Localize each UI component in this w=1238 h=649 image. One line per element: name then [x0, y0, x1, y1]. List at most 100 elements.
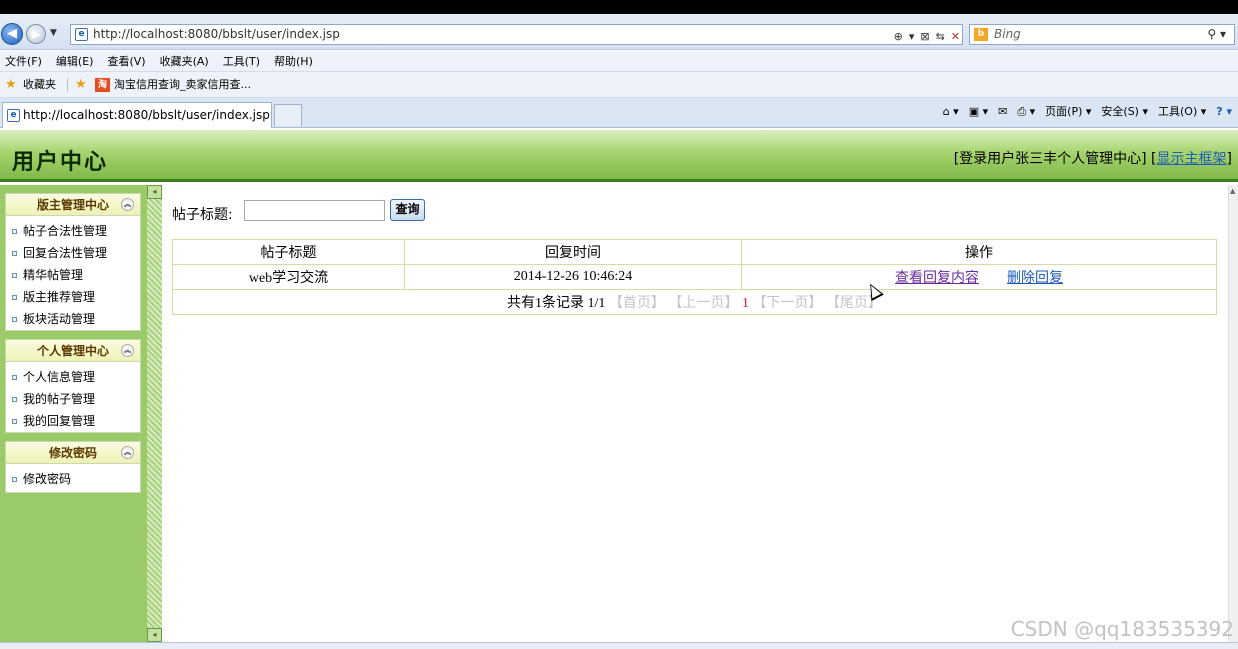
add-favorite-icon[interactable]: ★ [75, 72, 87, 98]
reply-table: 帖子标题 回复时间 操作 web学习交流 2014-12-26 10:46:24… [172, 239, 1217, 315]
url-input[interactable]: e http://localhost:8080/bbslt/user/index… [70, 24, 963, 45]
page-header: 用户中心 [登录用户张三丰个人管理中心] [显示主框架] [0, 130, 1238, 182]
search-icon[interactable]: ⚲ ▾ [1207, 25, 1226, 44]
panel-password-title: 修改密码 [48, 446, 97, 460]
sidebar-item-featured-posts[interactable]: 精华帖管理 [12, 264, 140, 286]
panel-password-header[interactable]: 修改密码 ︽ [6, 442, 140, 464]
pager-first: 【首页】 [608, 296, 665, 311]
table-row: web学习交流 2014-12-26 10:46:24 查看回复内容 删除回复 [172, 264, 1217, 290]
panel-personal-header[interactable]: 个人管理中心 ︽ [6, 340, 140, 362]
search-button[interactable]: 查询 [390, 199, 425, 221]
tools-menu[interactable]: 工具(O) ▾ [1158, 104, 1206, 120]
bullet-icon [12, 229, 17, 234]
status-bar [0, 642, 1238, 649]
print-icon[interactable]: ⎙ ▾ [1017, 104, 1035, 120]
stop-icon[interactable]: ✕ [951, 27, 960, 46]
bullet-icon [12, 251, 17, 256]
pager: 共有1条记录 1/1 【首页】 【上一页】 1 【下一页】 【尾页】 [172, 289, 1217, 315]
menu-edit[interactable]: 编辑(E) [56, 51, 94, 71]
history-dropdown-icon[interactable]: ▼ [50, 28, 57, 38]
view-reply-link[interactable]: 查看回复内容 [895, 271, 979, 286]
tab-page-icon: e [7, 109, 20, 122]
menu-favorites[interactable]: 收藏夹(A) [160, 51, 209, 71]
refresh-icon[interactable]: ⇆ [936, 27, 945, 46]
window-title-bar [0, 0, 1238, 14]
column-header-title: 帖子标题 [172, 239, 405, 265]
compat-icon[interactable]: ⊕ [894, 27, 903, 46]
menu-view[interactable]: 查看(V) [107, 51, 145, 71]
sidebar: 版主管理中心 ︽ 帖子合法性管理 回复合法性管理 精华帖管理 版主推荐管理 板块… [0, 185, 147, 649]
pager-current: 1 [741, 296, 749, 311]
page-menu[interactable]: 页面(P) ▾ [1045, 104, 1091, 120]
bullet-icon [12, 375, 17, 380]
mail-icon[interactable]: ✉ [998, 104, 1007, 120]
table-header-row: 帖子标题 回复时间 操作 [172, 239, 1217, 265]
favorites-bar: ★ 收藏夹 ★ 淘 淘宝信用查询_卖家信用查... [0, 72, 1238, 98]
bullet-icon [12, 317, 17, 322]
help-icon[interactable]: ? ▾ [1216, 104, 1232, 120]
bullet-icon [12, 273, 17, 278]
bullet-icon [12, 397, 17, 402]
taobao-icon: 淘 [95, 78, 110, 92]
panel-moderator: 版主管理中心 ︽ 帖子合法性管理 回复合法性管理 精华帖管理 版主推荐管理 板块… [5, 193, 141, 331]
page-icon: e [75, 28, 88, 41]
search-engine-box[interactable]: b Bing ⚲ ▾ [969, 24, 1235, 45]
tab-current[interactable]: e http://localhost:8080/bbslt/user/index… [2, 102, 272, 128]
new-tab-button[interactable] [274, 104, 302, 126]
sidebar-item-my-replies[interactable]: 我的回复管理 [12, 410, 140, 432]
panel-password: 修改密码 ︽ 修改密码 [5, 441, 141, 493]
collapse-icon[interactable]: ︽ [121, 198, 134, 211]
favorites-button[interactable]: 收藏夹 [23, 72, 56, 98]
feeds-icon[interactable]: ▣ ▾ [969, 104, 988, 120]
pager-next: 【下一页】 [752, 296, 823, 311]
splitter-top-arrow-icon[interactable]: ◂ [147, 185, 162, 199]
safety-menu[interactable]: 安全(S) ▾ [1101, 104, 1148, 120]
forward-button[interactable]: ▶ [26, 24, 46, 44]
search-label: 帖子标题: [172, 207, 233, 223]
sidebar-item-moderator-recommend[interactable]: 版主推荐管理 [12, 286, 140, 308]
command-bar: ⌂ ▾ ▣ ▾ ✉ ⎙ ▾ 页面(P) ▾ 安全(S) ▾ 工具(O) ▾ ? … [943, 104, 1232, 120]
pager-prev: 【上一页】 [668, 296, 739, 311]
sidebar-item-post-legality[interactable]: 帖子合法性管理 [12, 220, 140, 242]
splitter-bottom-arrow-icon[interactable]: ◂ [147, 628, 162, 642]
home-icon[interactable]: ⌂ ▾ [943, 104, 959, 120]
page-title: 用户中心 [12, 150, 109, 175]
favorite-link[interactable]: 淘宝信用查询_卖家信用查... [114, 72, 251, 98]
cell-post-title: web学习交流 [172, 264, 405, 290]
sidebar-item-profile[interactable]: 个人信息管理 [12, 366, 140, 388]
search-input[interactable] [244, 200, 385, 221]
collapse-icon[interactable]: ︽ [121, 446, 134, 459]
scroll-up-icon[interactable]: ▲ [1230, 187, 1235, 195]
pager-row: 共有1条记录 1/1 【首页】 【上一页】 1 【下一页】 【尾页】 [172, 289, 1217, 315]
collapse-icon[interactable]: ︽ [121, 344, 134, 357]
panel-personal: 个人管理中心 ︽ 个人信息管理 我的帖子管理 我的回复管理 [5, 339, 141, 433]
tab-title: http://localhost:8080/bbslt/user/index.j… [23, 108, 270, 122]
bullet-icon [12, 295, 17, 300]
panel-personal-title: 个人管理中心 [36, 344, 109, 358]
menu-tools[interactable]: 工具(T) [223, 51, 260, 71]
column-header-time: 回复时间 [404, 239, 742, 265]
back-button[interactable]: ◀ [1, 23, 23, 45]
sidebar-item-change-password[interactable]: 修改密码 [12, 468, 140, 490]
user-info-prefix: [登录用户张三丰个人管理中心] [ [953, 151, 1157, 167]
favorites-star-icon[interactable]: ★ [5, 72, 17, 98]
address-bar-row: ◀ ▶ ▼ e http://localhost:8080/bbslt/user… [0, 14, 1238, 50]
rss-icon[interactable]: ⊠ [920, 27, 929, 46]
vertical-scrollbar[interactable]: ▲ [1228, 185, 1238, 642]
show-main-frame-link[interactable]: 显示主框架 [1157, 151, 1227, 167]
bullet-icon [12, 477, 17, 482]
panel-moderator-header[interactable]: 版主管理中心 ︽ [6, 194, 140, 216]
sidebar-item-my-posts[interactable]: 我的帖子管理 [12, 388, 140, 410]
user-info-suffix: ] [1226, 151, 1232, 167]
menu-file[interactable]: 文件(F) [5, 51, 42, 71]
sidebar-item-board-activity[interactable]: 板块活动管理 [12, 308, 140, 330]
dropdown-icon[interactable]: ▾ [909, 27, 915, 46]
main-content: 帖子标题: 查询 帖子标题 回复时间 操作 web学习交流 2014-12-26… [162, 185, 1228, 642]
menu-help[interactable]: 帮助(H) [274, 51, 313, 71]
frame-splitter[interactable]: ◂ ◂ [147, 185, 162, 642]
watermark: CSDN @qq183535392 [1010, 617, 1234, 641]
bing-icon: b [974, 28, 988, 41]
delete-reply-link[interactable]: 删除回复 [1007, 271, 1063, 286]
sidebar-item-reply-legality[interactable]: 回复合法性管理 [12, 242, 140, 264]
favorites-separator [67, 78, 68, 92]
